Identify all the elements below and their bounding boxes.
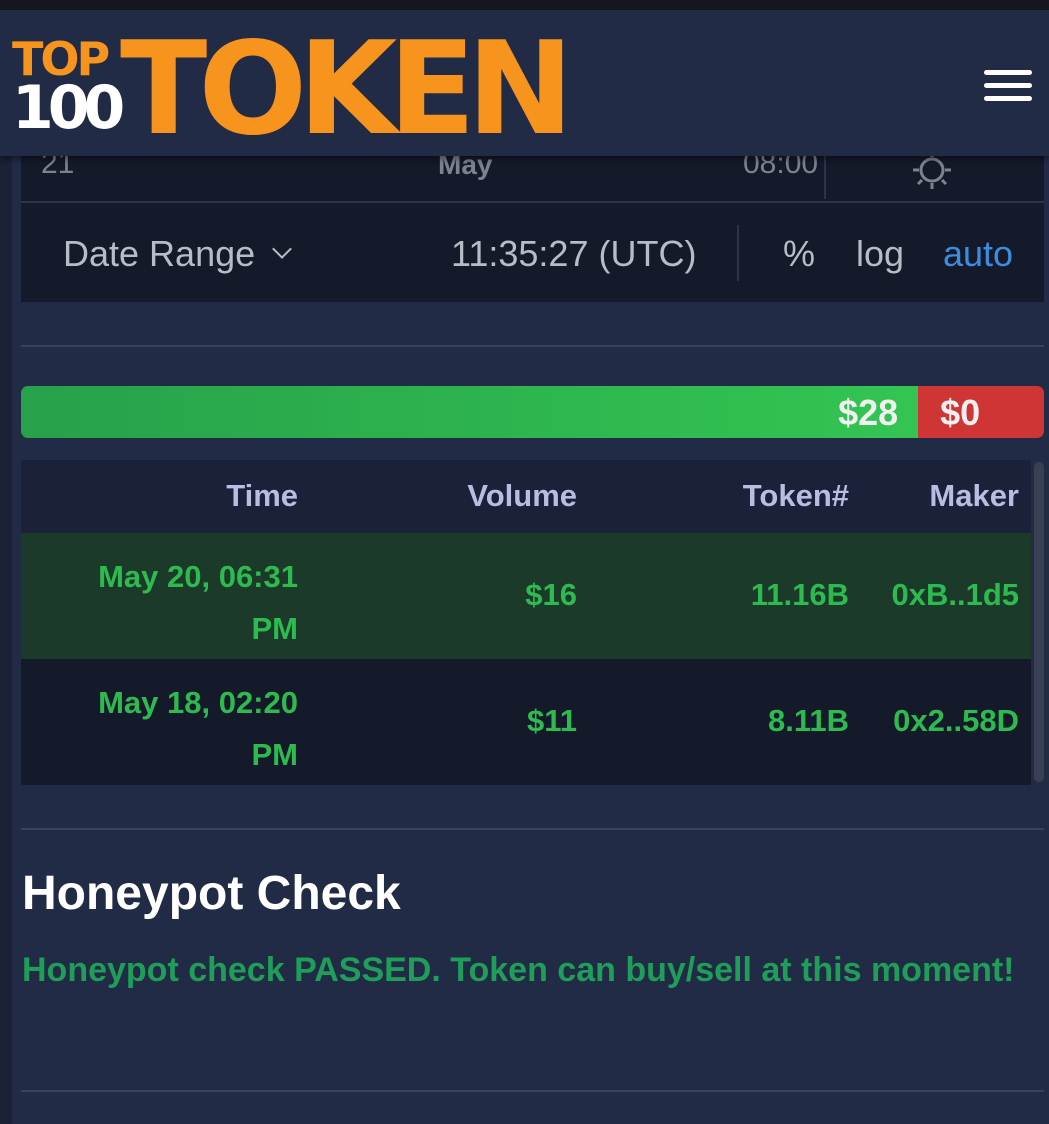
site-header: TOP 100 TOKEN [0,10,1049,160]
menu-bar [984,83,1032,88]
divider [21,828,1044,830]
log-toggle[interactable]: log [856,233,904,275]
auto-toggle[interactable]: auto [943,233,1013,275]
buy-volume-bar: $28 [21,386,919,438]
logo-token-text[interactable]: TOKEN [120,20,574,160]
price-chart-panel: 21 May 08:00 Date Range 11:35:27 (UTC) %… [21,147,1044,302]
honeypot-title: Honeypot Check [22,867,401,920]
menu-bar [984,70,1032,75]
trade-volume: $16 [525,577,577,612]
table-header: Time Volume Token# Maker [21,460,1031,533]
trade-maker-link[interactable]: 0x2..58D [893,703,1019,739]
table-row[interactable]: May 20, 06:31 PM $16 11.16B 0xB..1d5 [21,533,1031,659]
trade-maker-link[interactable]: 0xB..1d5 [891,577,1019,613]
divider [21,1090,1044,1092]
column-header-time[interactable]: Time [226,478,298,514]
trades-table: Time Volume Token# Maker May 20, 06:31 P… [21,460,1031,785]
trade-ampm: PM [251,611,299,646]
sell-volume-label: $0 [940,392,981,433]
chart-toolbar: Date Range 11:35:27 (UTC) % log auto [21,203,1044,302]
column-header-maker[interactable]: Maker [929,478,1019,514]
page-edge [0,155,12,1124]
menu-icon[interactable] [984,70,1036,106]
trade-token-count: 8.11B [767,703,849,738]
logo-mark[interactable]: TOP 100 [12,36,125,143]
trade-date: May 18, 02:20 [98,685,298,720]
utc-clock[interactable]: 11:35:27 (UTC) [451,233,696,275]
trade-token-count: 11.16B [750,577,849,612]
trade-ampm: PM [251,737,299,772]
sell-volume-bar: $0 [918,386,1044,438]
date-range-label: Date Range [63,233,256,274]
trade-time: May 20, 06:31 PM [98,551,298,655]
chevron-down-icon [272,239,293,259]
trade-volume: $11 [526,703,577,738]
column-header-token-count[interactable]: Token# [743,478,849,514]
logo-100-text: 100 [12,73,125,143]
buy-sell-ratio-bar: $28 $0 [21,386,1044,438]
percent-toggle[interactable]: % [783,233,815,275]
column-header-volume[interactable]: Volume [467,478,577,514]
date-range-dropdown[interactable]: Date Range [63,233,293,275]
menu-bar [984,96,1032,101]
trade-time: May 18, 02:20 PM [98,677,298,781]
table-scrollbar[interactable] [1034,462,1044,782]
honeypot-status-message: Honeypot check PASSED. Token can buy/sel… [22,951,1015,989]
status-strip [0,0,1049,10]
divider [21,345,1044,347]
trade-date: May 20, 06:31 [98,559,298,594]
buy-volume-label: $28 [838,392,899,433]
toolbar-divider [737,225,739,281]
axis-divider [824,155,826,199]
table-row[interactable]: May 18, 02:20 PM $11 8.11B 0x2..58D [21,659,1031,785]
